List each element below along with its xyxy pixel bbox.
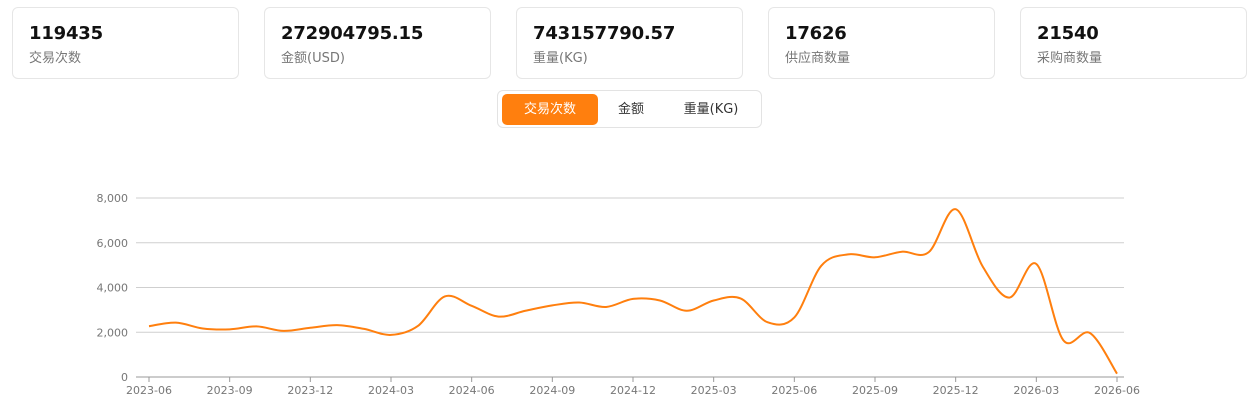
stat-label: 重量(KG) bbox=[533, 51, 588, 66]
stat-label: 金额(USD) bbox=[281, 51, 345, 66]
stat-value: 743157790.57 bbox=[533, 23, 676, 44]
stat-card-buyers: 21540 采购商数量 bbox=[1020, 7, 1247, 79]
x-tick-label: 2025-12 bbox=[933, 384, 979, 397]
stat-value: 119435 bbox=[29, 23, 103, 44]
tab-transactions[interactable]: 交易次数 bbox=[502, 94, 598, 125]
stat-value: 21540 bbox=[1037, 23, 1099, 44]
x-tick-label: 2024-06 bbox=[449, 384, 495, 397]
y-tick-label: 4,000 bbox=[97, 282, 129, 295]
x-tick-label: 2024-12 bbox=[610, 384, 656, 397]
x-tick-label: 2024-09 bbox=[529, 384, 575, 397]
stats-row: 119435 交易次数 272904795.15 金额(USD) 7431577… bbox=[0, 0, 1255, 90]
series-line bbox=[148, 208, 1118, 375]
x-tick-label: 2025-06 bbox=[771, 384, 817, 397]
y-tick-label: 0 bbox=[121, 371, 128, 384]
metric-tab-group: 交易次数 金额 重量(KG) bbox=[497, 90, 762, 128]
stat-card-amount: 272904795.15 金额(USD) bbox=[264, 7, 491, 79]
x-tick-label: 2026-06 bbox=[1094, 384, 1140, 397]
stat-label: 交易次数 bbox=[29, 51, 82, 66]
x-tick-label: 2025-09 bbox=[852, 384, 898, 397]
y-tick-label: 8,000 bbox=[97, 192, 129, 205]
y-tick-label: 6,000 bbox=[97, 237, 129, 250]
x-tick-label: 2023-06 bbox=[126, 384, 172, 397]
stat-label: 供应商数量 bbox=[785, 51, 851, 66]
y-tick-label: 2,000 bbox=[97, 326, 129, 339]
line-chart: 0 2,000 4,000 6,000 8,000 2023-06 2023-09 2023-… bbox=[97, 192, 1140, 397]
x-tick-label: 2024-03 bbox=[368, 384, 414, 397]
stat-value: 17626 bbox=[785, 23, 847, 44]
x-tick-label: 2023-12 bbox=[287, 384, 333, 397]
stat-card-suppliers: 17626 供应商数量 bbox=[768, 7, 995, 79]
stat-card-transactions: 119435 交易次数 bbox=[12, 7, 239, 79]
stat-label: 采购商数量 bbox=[1037, 51, 1103, 66]
stat-value: 272904795.15 bbox=[281, 23, 424, 44]
x-tick-label: 2023-09 bbox=[207, 384, 253, 397]
tab-weight[interactable]: 重量(KG) bbox=[664, 94, 758, 125]
x-tick-label: 2025-03 bbox=[691, 384, 737, 397]
tab-amount[interactable]: 金额 bbox=[598, 94, 664, 125]
stat-card-weight: 743157790.57 重量(KG) bbox=[516, 7, 743, 79]
x-tick-label: 2026-03 bbox=[1013, 384, 1059, 397]
